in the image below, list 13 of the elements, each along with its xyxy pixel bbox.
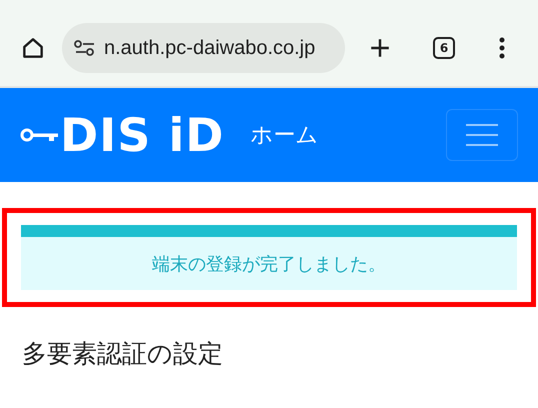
logo-text[interactable]: DIS iD — [60, 112, 224, 158]
key-icon — [20, 126, 60, 144]
menu-icon — [466, 123, 498, 147]
home-icon[interactable] — [20, 35, 46, 61]
page-heading: 多要素認証の設定 — [22, 338, 224, 370]
menu-icon[interactable] — [499, 37, 505, 59]
nav-link[interactable]: ホーム — [250, 120, 318, 150]
site-settings-icon[interactable] — [74, 40, 96, 56]
alert-message: 端末の登録が完了しました。 — [152, 252, 386, 276]
tab-count[interactable]: 6 — [433, 37, 455, 59]
address-bar[interactable]: n.auth.pc-daiwabo.co.jp — [62, 23, 345, 73]
new-tab-icon[interactable] — [369, 37, 391, 59]
url-text: n.auth.pc-daiwabo.co.jp — [104, 36, 316, 60]
